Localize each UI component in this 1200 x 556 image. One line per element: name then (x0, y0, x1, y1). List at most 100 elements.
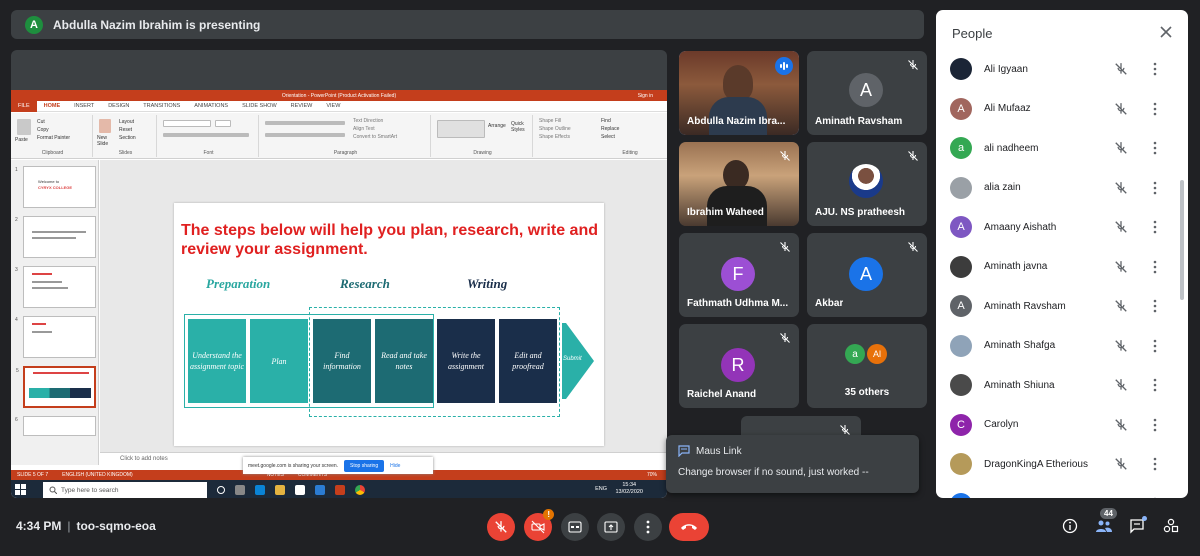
mic-off-icon[interactable] (1114, 141, 1128, 155)
mic-off-icon[interactable] (1114, 260, 1128, 274)
align-text-label[interactable]: Align Text (353, 126, 375, 132)
participant-row[interactable]: Aminath Shafga (950, 331, 1165, 361)
ppt-sign-in[interactable]: Sign in (638, 93, 653, 99)
paste-icon[interactable] (17, 119, 31, 135)
text-direction-label[interactable]: Text Direction (353, 118, 383, 124)
copy-label[interactable]: Copy (37, 127, 49, 133)
ppt-tab-design[interactable]: DESIGN (101, 103, 136, 109)
current-slide[interactable]: The steps below will help you plan, rese… (174, 203, 604, 446)
ppt-tab-file[interactable]: FILE (11, 100, 37, 112)
ppt-tab-home[interactable]: HOME (37, 103, 68, 109)
camera-toggle-button[interactable]: ! (524, 509, 554, 541)
more-vert-icon[interactable] (1152, 62, 1158, 76)
tile-akbar[interactable]: A Akbar (807, 233, 927, 317)
mail-icon[interactable] (315, 485, 325, 495)
ppt-tab-transitions[interactable]: TRANSITIONS (136, 103, 187, 109)
ppt-tab-review[interactable]: REVIEW (284, 103, 320, 109)
zoom-level[interactable]: 70% (647, 472, 657, 478)
ppt-tab-insert[interactable]: INSERT (67, 103, 101, 109)
mic-off-icon[interactable] (1114, 102, 1128, 116)
ppt-tab-slide-show[interactable]: SLIDE SHOW (235, 103, 284, 109)
font-name-box[interactable] (163, 120, 211, 127)
more-vert-icon[interactable] (1152, 457, 1158, 471)
more-vert-icon[interactable] (1152, 299, 1158, 313)
paragraph-row-2[interactable] (265, 133, 345, 137)
tile-abdulla[interactable]: Abdulla Nazim Ibra... (679, 51, 799, 135)
shape-effects-label[interactable]: Shape Effects (539, 134, 570, 140)
mic-off-icon[interactable] (1114, 418, 1128, 432)
tile-aju-pratheesh[interactable]: AJU. NS pratheesh (807, 142, 927, 226)
slide-thumb-4[interactable]: 4 (15, 316, 96, 358)
captions-button[interactable] (561, 513, 589, 541)
format-painter-label[interactable]: Format Painter (37, 135, 70, 141)
font-size-box[interactable] (215, 120, 231, 127)
select-label[interactable]: Select (601, 134, 615, 140)
participant-row[interactable]: Ali Igyaan (950, 54, 1165, 84)
tile-ibrahim-waheed[interactable]: Ibrahim Waheed (679, 142, 799, 226)
chrome-icon[interactable] (355, 485, 365, 495)
layout-label[interactable]: Layout (119, 119, 134, 125)
paragraph-row-1[interactable] (265, 121, 345, 125)
edge-icon[interactable] (255, 485, 265, 495)
more-vert-icon[interactable] (1152, 497, 1158, 499)
participant-row[interactable]: Aminath Shiuna (950, 370, 1165, 400)
participant-row[interactable]: DragonKingA Etherious (950, 449, 1165, 479)
slide-thumb-3[interactable]: 3 (15, 266, 96, 308)
quick-styles-label[interactable]: Quick Styles (511, 121, 529, 133)
present-button[interactable] (597, 513, 625, 541)
arrange-label[interactable]: Arrange (488, 123, 506, 129)
people-button[interactable]: 44 (1094, 508, 1117, 536)
section-label[interactable]: Section (119, 135, 136, 141)
input-language[interactable]: ENG (595, 486, 607, 492)
slide-thumb-1[interactable]: 1 Welcome to CYRYX COLLEGE (15, 166, 96, 208)
mic-off-icon[interactable] (1114, 457, 1128, 471)
more-options-button[interactable] (634, 513, 662, 541)
more-vert-icon[interactable] (1152, 181, 1158, 195)
mic-off-icon[interactable] (1114, 497, 1128, 499)
participant-row[interactable]: alia zain (950, 173, 1165, 203)
mic-off-icon[interactable] (1114, 339, 1128, 353)
powerpoint-icon[interactable] (335, 485, 345, 495)
tile-others[interactable]: a Al 35 others (807, 324, 927, 408)
hide-notice-button[interactable]: Hide (390, 463, 400, 469)
find-label[interactable]: Find (601, 118, 611, 124)
windows-start-icon[interactable] (15, 484, 27, 496)
mic-off-icon[interactable] (1114, 62, 1128, 76)
cut-label[interactable]: Cut (37, 119, 45, 125)
shape-fill-label[interactable]: Shape Fill (539, 118, 561, 124)
close-icon[interactable] (1158, 24, 1174, 40)
convert-smartart-label[interactable]: Convert to SmartArt (353, 134, 397, 140)
font-format-row[interactable] (163, 133, 249, 137)
mic-off-icon[interactable] (1114, 299, 1128, 313)
more-vert-icon[interactable] (1152, 339, 1158, 353)
meeting-code[interactable]: too-sqmo-eoa (76, 519, 155, 533)
participant-row[interactable]: FFana Moosa (950, 489, 1165, 499)
stop-sharing-button[interactable]: Stop sharing (344, 459, 385, 472)
participant-row[interactable]: A Aminath Ravsham (950, 291, 1165, 321)
mic-toggle-button[interactable] (487, 513, 515, 541)
more-vert-icon[interactable] (1152, 378, 1158, 392)
participant-row[interactable]: A Ali Mufaaz (950, 94, 1165, 124)
more-vert-icon[interactable] (1152, 220, 1158, 234)
mic-off-icon[interactable] (1114, 378, 1128, 392)
slide-thumb-2[interactable]: 2 (15, 216, 96, 258)
task-view-icon[interactable] (235, 485, 245, 495)
cortana-icon[interactable] (217, 486, 225, 494)
store-icon[interactable] (295, 485, 305, 495)
participant-row[interactable]: C Carolyn (950, 410, 1165, 440)
chat-notification[interactable]: Maus Link Change browser if no sound, ju… (666, 435, 919, 493)
more-vert-icon[interactable] (1152, 141, 1158, 155)
leave-call-button[interactable] (669, 513, 709, 541)
activities-button[interactable] (1161, 516, 1181, 536)
taskbar-search[interactable]: Type here to search (43, 482, 207, 498)
chat-button[interactable] (1127, 516, 1147, 536)
taskbar-clock[interactable]: 15:34 13/02/2020 (615, 482, 643, 496)
slide-thumb-5[interactable]: 5 (16, 366, 96, 408)
tile-fathmath-udhma[interactable]: F Fathmath Udhma M... (679, 233, 799, 317)
people-scrollbar[interactable] (1180, 180, 1184, 300)
participant-row[interactable]: a ali nadheem (950, 133, 1165, 163)
ppt-tab-view[interactable]: VIEW (319, 103, 347, 109)
more-vert-icon[interactable] (1152, 102, 1158, 116)
file-explorer-icon[interactable] (275, 485, 285, 495)
participant-row[interactable]: Aminath javna (950, 252, 1165, 282)
